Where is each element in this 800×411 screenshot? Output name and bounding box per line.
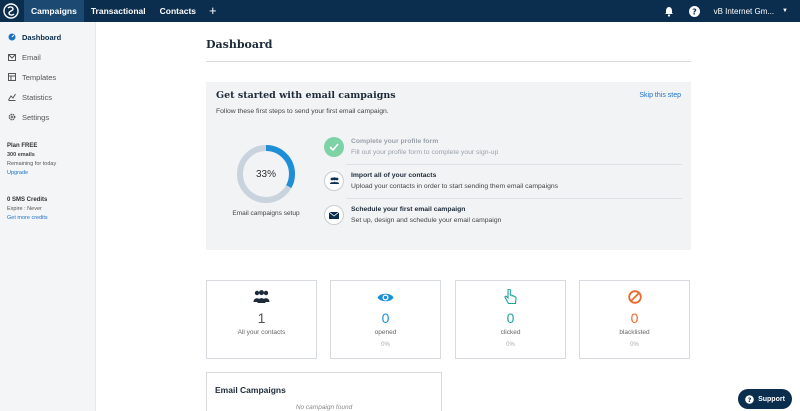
people-icon [207,289,316,305]
support-button[interactable]: ? Support [738,389,792,409]
email-icon [7,53,16,62]
step-import-contacts[interactable]: Import all of your contacts Upload your … [322,168,682,196]
progress-percent: 33% [255,168,276,180]
dashboard-icon [7,33,16,42]
skip-step-link[interactable]: Skip this step [639,92,681,99]
plan-emails: 300 emails [7,152,35,158]
check-icon [324,137,344,157]
plan-title: Plan FREE [7,143,38,149]
top-right-controls: ? vB Internet Gm... ▼ [662,0,800,22]
sidebar-item-label: Statistics [22,92,53,102]
eye-icon [331,289,440,305]
stat-card-blacklisted[interactable]: 0 blacklisted 0% [579,280,690,359]
sidebar-item-label: Templates [22,72,57,82]
chevron-down-icon[interactable]: ▼ [782,8,788,14]
step-title: Complete your profile form [351,138,439,145]
sidebar-item-dashboard[interactable]: Dashboard [0,27,95,47]
gear-icon [7,113,16,122]
step-desc: Upload your contacts in order to start s… [351,183,559,190]
divider [346,198,682,199]
envelope-icon [324,205,344,225]
add-tab-button[interactable]: + [209,0,217,22]
templates-icon [7,73,16,82]
step-title: Schedule your first email campaign [351,206,466,213]
statistics-icon [7,93,16,102]
stat-label: blacklisted [619,329,650,336]
svg-text:?: ? [748,396,752,404]
stat-label: opened [374,329,397,336]
stat-card-contacts[interactable]: 1 All your contacts [206,280,317,359]
stat-card-clicked[interactable]: 0 clicked 0% [455,280,566,359]
stat-value: 1 [257,310,266,326]
sidebar-item-label: Dashboard [22,32,62,42]
stat-percent: 0% [381,342,390,348]
tab-contacts[interactable]: Contacts [153,0,203,22]
sms-expire: Expire : Never [7,206,42,212]
support-label: Support [758,395,785,403]
sidebar-item-settings[interactable]: Settings [0,107,95,127]
get-credits-link[interactable]: Get more credits [7,214,48,223]
bell-icon[interactable] [662,4,676,18]
get-started-subtitle: Follow these first steps to send your fi… [216,108,389,115]
step-profile[interactable]: Complete your profile form Fill out your… [322,134,682,162]
stat-value: 0 [630,310,639,326]
help-icon[interactable]: ? [688,4,702,18]
step-schedule-campaign[interactable]: Schedule your first email campaign Set u… [322,202,682,230]
divider [346,164,682,165]
step-title: Import all of your contacts [351,172,437,179]
step-desc: Set up, design and schedule your email c… [351,217,502,224]
email-campaigns-panel: Email Campaigns No campaign found [206,372,442,411]
sidebar-item-label: Settings [22,112,50,122]
sms-credits: 0 SMS Credits Expire : Never Get more cr… [7,196,48,223]
sidebar-item-label: Email [22,52,41,62]
svg-text:?: ? [692,7,697,16]
get-started-title: Get started with email campaigns [216,90,396,101]
stat-percent: 0% [630,342,639,348]
chat-icon: ? [745,394,754,404]
blocked-icon [580,289,689,305]
campaigns-empty-message: No campaign found [295,404,353,411]
account-menu[interactable]: vB Internet Gm... [714,7,774,16]
page-title: Dashboard [206,38,273,51]
top-navigation-bar: Campaigns Transactional Contacts + ? vB … [0,0,800,22]
sms-title: 0 SMS Credits [7,197,48,203]
logo-icon[interactable] [2,2,20,20]
tab-transactional[interactable]: Transactional [84,0,153,22]
plan-info: Plan FREE 300 emails Remaining for today… [7,142,56,178]
sidebar-item-email[interactable]: Email [0,47,95,67]
divider [206,61,691,62]
progress-label: Email campaigns setup [232,210,300,217]
stat-percent: 0% [506,342,515,348]
step-desc: Fill out your profile form to complete y… [351,149,499,156]
sidebar: Dashboard Email Templates Statistics Set… [0,22,96,411]
pointer-icon [456,289,565,305]
get-started-panel: Get started with email campaigns Follow … [206,82,691,250]
sidebar-item-statistics[interactable]: Statistics [0,87,95,107]
campaigns-title: Email Campaigns [215,385,286,395]
tab-campaigns[interactable]: Campaigns [24,0,84,22]
stat-value: 0 [506,310,515,326]
stat-value: 0 [381,310,390,326]
sidebar-item-templates[interactable]: Templates [0,67,95,87]
stat-label: All your contacts [237,329,286,336]
upgrade-link[interactable]: Upgrade [7,169,56,178]
plan-remaining: Remaining for today [7,161,57,167]
contacts-icon [324,171,344,191]
stat-label: clicked [500,329,521,336]
stat-card-opened[interactable]: 0 opened 0% [330,280,441,359]
